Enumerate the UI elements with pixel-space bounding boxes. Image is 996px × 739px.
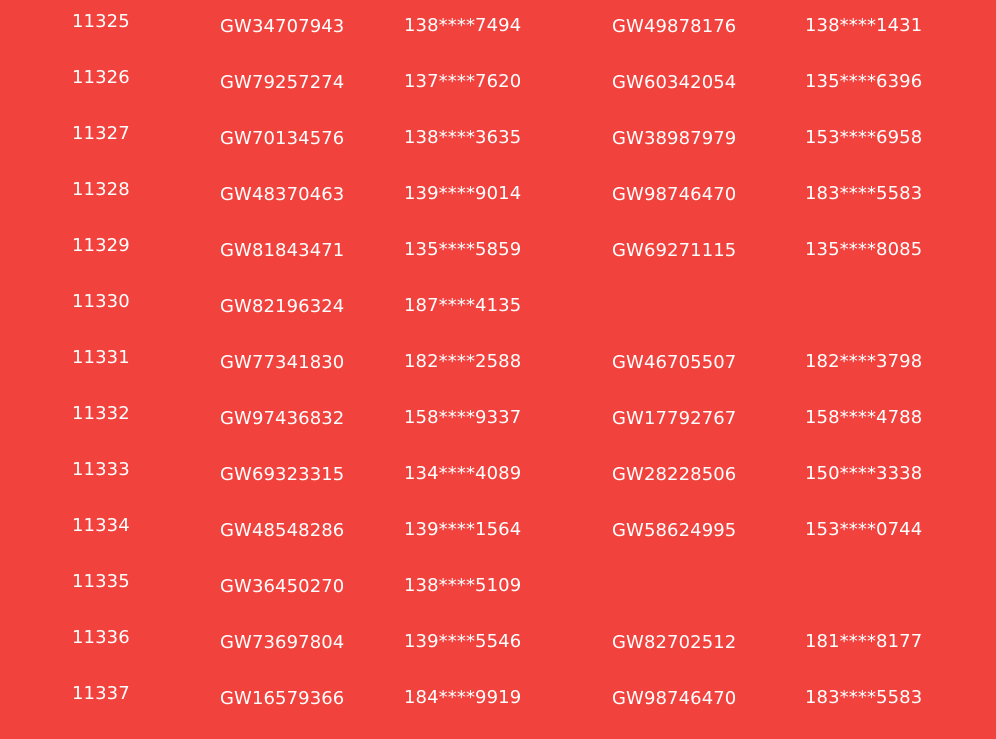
ticket-code-2: GW46705507 [612,352,737,373]
table-row: 11328 GW48370463 139****9014 GW98746470 … [0,179,996,235]
ticket-code-1: GW79257274 [220,72,345,93]
phone-number-2: 135****8085 [805,239,923,260]
phone-number-2: 183****5583 [805,183,923,204]
phone-number-1: 139****1564 [404,519,522,540]
row-number: 11333 [72,459,130,480]
table-row: 11335 GW36450270 138****5109 [0,571,996,627]
ticket-code-2: GW82702512 [612,632,737,653]
table-row: 11325 GW34707943 138****7494 GW49878176 … [0,11,996,67]
phone-number-2: 150****3338 [805,463,923,484]
ticket-code-1: GW82196324 [220,296,345,317]
row-number: 11334 [72,515,130,536]
ticket-code-2: GW69271115 [612,240,737,261]
phone-number-2: 135****6396 [805,71,923,92]
table-row: 11329 GW81843471 135****5859 GW69271115 … [0,235,996,291]
ticket-code-1: GW16579366 [220,688,345,709]
ticket-code-1: GW77341830 [220,352,345,373]
ticket-code-1: GW97436832 [220,408,345,429]
phone-number-1: 135****5859 [404,239,522,260]
row-number: 11337 [72,683,130,704]
phone-number-2: 138****1431 [805,15,923,36]
ticket-code-1: GW69323315 [220,464,345,485]
phone-number-1: 187****4135 [404,295,522,316]
phone-number-2: 181****8177 [805,631,923,652]
row-number: 11331 [72,347,130,368]
ticket-code-2: GW60342054 [612,72,737,93]
phone-number-1: 138****5109 [404,575,522,596]
winner-list-table: 11325 GW34707943 138****7494 GW49878176 … [0,0,996,737]
table-row: 11333 GW69323315 134****4089 GW28228506 … [0,459,996,515]
table-row: 11336 GW73697804 139****5546 GW82702512 … [0,627,996,683]
table-row: 11326 GW79257274 137****7620 GW60342054 … [0,67,996,123]
table-row: 11331 GW77341830 182****2588 GW46705507 … [0,347,996,403]
row-number: 11328 [72,179,130,200]
phone-number-1: 138****7494 [404,15,522,36]
ticket-code-2: GW38987979 [612,128,737,149]
ticket-code-1: GW48548286 [220,520,345,541]
ticket-code-1: GW73697804 [220,632,345,653]
ticket-code-1: GW81843471 [220,240,345,261]
phone-number-2: 183****5583 [805,687,923,708]
ticket-code-1: GW70134576 [220,128,345,149]
row-number: 11336 [72,627,130,648]
row-number: 11330 [72,291,130,312]
phone-number-2: 182****3798 [805,351,923,372]
ticket-code-2: GW98746470 [612,688,737,709]
phone-number-1: 139****5546 [404,631,522,652]
ticket-code-2: GW58624995 [612,520,737,541]
ticket-code-1: GW48370463 [220,184,345,205]
phone-number-1: 182****2588 [404,351,522,372]
phone-number-1: 134****4089 [404,463,522,484]
row-number: 11329 [72,235,130,256]
table-row: 11337 GW16579366 184****9919 GW98746470 … [0,683,996,739]
table-row: 11330 GW82196324 187****4135 [0,291,996,347]
row-number: 11326 [72,67,130,88]
ticket-code-2: GW98746470 [612,184,737,205]
ticket-code-1: GW34707943 [220,16,345,37]
phone-number-1: 139****9014 [404,183,522,204]
phone-number-1: 138****3635 [404,127,522,148]
row-number: 11327 [72,123,130,144]
phone-number-2: 158****4788 [805,407,923,428]
table-row: 11327 GW70134576 138****3635 GW38987979 … [0,123,996,179]
ticket-code-1: GW36450270 [220,576,345,597]
phone-number-1: 158****9337 [404,407,522,428]
row-number: 11332 [72,403,130,424]
table-row: 11332 GW97436832 158****9337 GW17792767 … [0,403,996,459]
phone-number-1: 137****7620 [404,71,522,92]
row-number: 11325 [72,11,130,32]
ticket-code-2: GW49878176 [612,16,737,37]
ticket-code-2: GW28228506 [612,464,737,485]
ticket-code-2: GW17792767 [612,408,737,429]
phone-number-1: 184****9919 [404,687,522,708]
table-row: 11334 GW48548286 139****1564 GW58624995 … [0,515,996,571]
phone-number-2: 153****0744 [805,519,923,540]
row-number: 11335 [72,571,130,592]
phone-number-2: 153****6958 [805,127,923,148]
